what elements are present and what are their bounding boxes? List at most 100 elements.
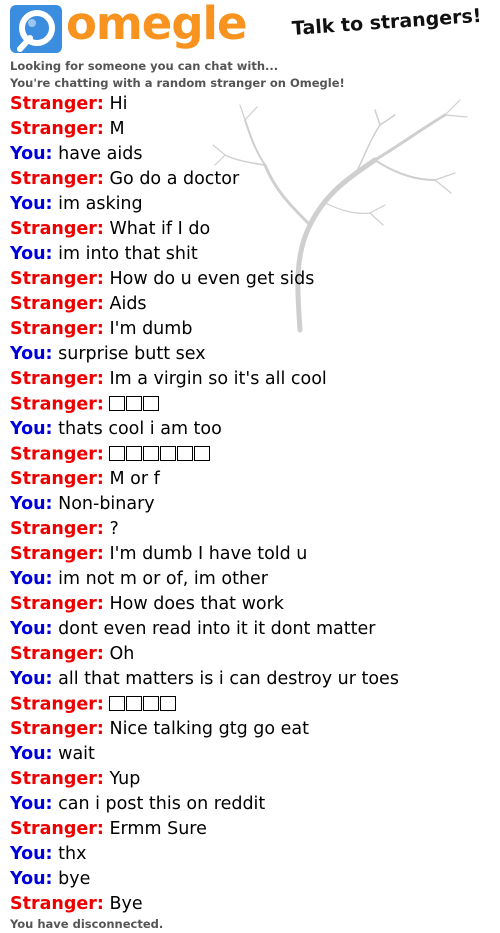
message-text: have aids bbox=[58, 144, 143, 164]
missing-glyph-icon bbox=[126, 696, 143, 711]
sender-stranger-label: Stranger: bbox=[10, 544, 104, 564]
chat-message: Stranger: How does that work bbox=[10, 592, 495, 617]
message-text: ? bbox=[109, 519, 119, 539]
missing-glyph-icon bbox=[194, 446, 211, 461]
chat-message: You: bye bbox=[10, 867, 495, 892]
disconnected-status: You have disconnected. bbox=[10, 917, 164, 931]
omegle-logo-icon bbox=[10, 5, 62, 53]
sender-you-label: You: bbox=[10, 794, 53, 814]
chat-message: Stranger: bbox=[10, 392, 495, 417]
message-text: How does that work bbox=[109, 594, 284, 614]
message-text: all that matters is i can destroy ur toe… bbox=[58, 669, 399, 689]
chat-message: Stranger: I'm dumb I have told u bbox=[10, 542, 495, 567]
missing-glyph-icon bbox=[109, 396, 126, 411]
sender-you-label: You: bbox=[10, 569, 53, 589]
chat-message: You: have aids bbox=[10, 142, 495, 167]
chat-message: Stranger: What if I do bbox=[10, 217, 495, 242]
sender-stranger-label: Stranger: bbox=[10, 444, 104, 465]
missing-glyph-icon bbox=[160, 696, 177, 711]
sender-you-label: You: bbox=[10, 144, 53, 164]
tagline: Talk to strangers! bbox=[291, 4, 483, 40]
message-text: What if I do bbox=[109, 219, 211, 239]
message-text: Hi bbox=[109, 94, 128, 114]
message-text: thats cool i am too bbox=[58, 419, 222, 439]
missing-glyph-icon bbox=[160, 446, 177, 461]
looking-status: Looking for someone you can chat with... bbox=[10, 59, 279, 73]
chat-message: You: thats cool i am too bbox=[10, 417, 495, 442]
message-text: Non-binary bbox=[58, 494, 155, 514]
sender-stranger-label: Stranger: bbox=[10, 469, 104, 489]
sender-stranger-label: Stranger: bbox=[10, 219, 104, 239]
emoji-glyphs bbox=[109, 442, 211, 467]
sender-you-label: You: bbox=[10, 344, 53, 364]
chat-message: Stranger: Hi bbox=[10, 92, 495, 117]
sender-stranger-label: Stranger: bbox=[10, 894, 104, 914]
missing-glyph-icon bbox=[126, 396, 143, 411]
missing-glyph-icon bbox=[109, 696, 126, 711]
message-text: Aids bbox=[109, 294, 147, 314]
chat-message: You: Non-binary bbox=[10, 492, 495, 517]
chat-message: Stranger: ? bbox=[10, 517, 495, 542]
sender-you-label: You: bbox=[10, 619, 53, 639]
chat-message: Stranger: M or f bbox=[10, 467, 495, 492]
sender-stranger-label: Stranger: bbox=[10, 269, 104, 289]
sender-stranger-label: Stranger: bbox=[10, 594, 104, 614]
chat-message: You: can i post this on reddit bbox=[10, 792, 495, 817]
chat-message: Stranger: bbox=[10, 442, 495, 467]
message-text: im asking bbox=[58, 194, 143, 214]
message-text: Nice talking gtg go eat bbox=[109, 719, 309, 739]
message-text: wait bbox=[58, 744, 95, 764]
sender-stranger-label: Stranger: bbox=[10, 169, 104, 189]
chat-message: Stranger: M bbox=[10, 117, 495, 142]
chat-message: You: im into that shit bbox=[10, 242, 495, 267]
sender-you-label: You: bbox=[10, 419, 53, 439]
chat-message: Stranger: Aids bbox=[10, 292, 495, 317]
sender-stranger-label: Stranger: bbox=[10, 769, 104, 789]
sender-you-label: You: bbox=[10, 844, 53, 864]
chat-message: Stranger: Yup bbox=[10, 767, 495, 792]
sender-stranger-label: Stranger: bbox=[10, 719, 104, 739]
message-text: Oh bbox=[109, 644, 135, 664]
chat-message: You: all that matters is i can destroy u… bbox=[10, 667, 495, 692]
message-text: M bbox=[109, 119, 125, 139]
sender-stranger-label: Stranger: bbox=[10, 644, 104, 664]
sender-stranger-label: Stranger: bbox=[10, 819, 104, 839]
message-text: Go do a doctor bbox=[109, 169, 240, 189]
message-text: surprise butt sex bbox=[58, 344, 206, 364]
emoji-glyphs bbox=[109, 392, 160, 417]
message-text: im not m or of, im other bbox=[58, 569, 268, 589]
emoji-glyphs bbox=[109, 692, 177, 717]
sender-you-label: You: bbox=[10, 744, 53, 764]
sender-you-label: You: bbox=[10, 194, 53, 214]
message-text: bye bbox=[58, 869, 91, 889]
chat-message: You: thx bbox=[10, 842, 495, 867]
chat-message: Stranger: Ermm Sure bbox=[10, 817, 495, 842]
sender-stranger-label: Stranger: bbox=[10, 319, 104, 339]
sender-stranger-label: Stranger: bbox=[10, 94, 104, 114]
sender-stranger-label: Stranger: bbox=[10, 694, 104, 715]
header: omegle Talk to strangers! bbox=[0, 0, 500, 58]
chat-message: Stranger: bbox=[10, 692, 495, 717]
message-text: How do u even get sids bbox=[109, 269, 315, 289]
chat-message: You: wait bbox=[10, 742, 495, 767]
sender-you-label: You: bbox=[10, 669, 53, 689]
chat-message: You: surprise butt sex bbox=[10, 342, 495, 367]
sender-you-label: You: bbox=[10, 244, 53, 264]
message-text: im into that shit bbox=[58, 244, 198, 264]
chat-message: Stranger: Oh bbox=[10, 642, 495, 667]
chat-message: You: dont even read into it it dont matt… bbox=[10, 617, 495, 642]
missing-glyph-icon bbox=[126, 446, 143, 461]
chat-message: Stranger: Go do a doctor bbox=[10, 167, 495, 192]
message-text: Bye bbox=[109, 894, 143, 914]
sender-stranger-label: Stranger: bbox=[10, 119, 104, 139]
sender-stranger-label: Stranger: bbox=[10, 519, 104, 539]
chat-message: Stranger: Im a virgin so it's all cool bbox=[10, 367, 495, 392]
message-text: dont even read into it it dont matter bbox=[58, 619, 376, 639]
message-text: can i post this on reddit bbox=[58, 794, 266, 814]
missing-glyph-icon bbox=[143, 696, 160, 711]
message-text: Yup bbox=[109, 769, 141, 789]
message-text: I'm dumb I have told u bbox=[109, 544, 308, 564]
sender-you-label: You: bbox=[10, 494, 53, 514]
message-text: Im a virgin so it's all cool bbox=[109, 369, 327, 389]
message-text: Ermm Sure bbox=[109, 819, 207, 839]
